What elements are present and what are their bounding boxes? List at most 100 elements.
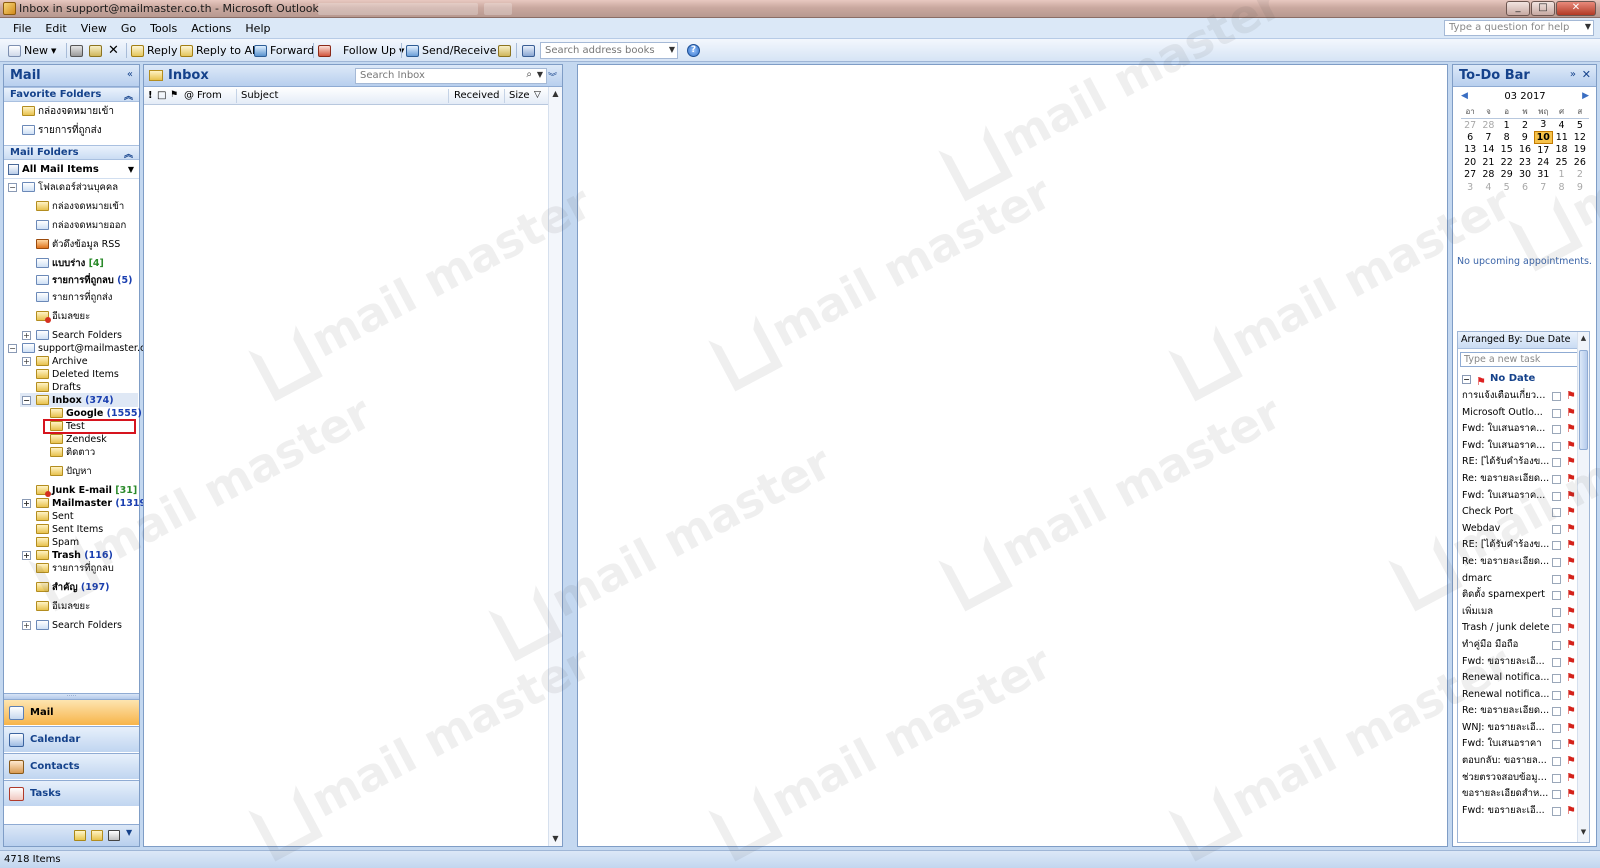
folder-search-personal[interactable]: + Search Folders — [22, 329, 122, 342]
calendar-day[interactable]: 6 — [1461, 131, 1479, 144]
task-complete-checkbox[interactable] — [1552, 392, 1561, 401]
task-complete-checkbox[interactable] — [1552, 508, 1561, 518]
task-item[interactable]: Renewal notifica... ⚑ — [1458, 687, 1577, 704]
calendar-day[interactable]: 17 — [1534, 144, 1552, 157]
task-complete-checkbox[interactable] — [1552, 591, 1561, 601]
chevron-up-icon[interactable]: ︽ — [124, 147, 133, 160]
mail-folders-header[interactable]: Mail Folders ︽ — [4, 145, 139, 160]
move-to-folder-button[interactable] — [89, 43, 102, 58]
calendar-day[interactable]: 25 — [1552, 156, 1570, 169]
task-complete-checkbox[interactable] — [1552, 408, 1561, 418]
help-question-input[interactable]: Type a question for help ▼ — [1444, 20, 1594, 36]
folder-sent-items[interactable]: Sent Items — [36, 523, 103, 536]
chevron-down-icon[interactable]: ▼ — [51, 47, 56, 55]
calendar-day[interactable]: 5 — [1571, 119, 1589, 132]
calendar-day[interactable]: 29 — [1498, 169, 1516, 182]
task-complete-checkbox[interactable] — [1552, 640, 1561, 650]
task-group-no-date[interactable]: − ⚑ No Date — [1458, 370, 1589, 388]
col-size[interactable]: Size — [509, 90, 530, 101]
folder-junk-thai[interactable]: อีเมลขยะ — [36, 600, 90, 613]
flag-icon[interactable]: ⚑ — [1566, 803, 1576, 819]
collapse-nav-button[interactable]: « — [127, 69, 133, 80]
folder-trash[interactable]: + Trash (116) — [22, 549, 113, 562]
col-icon[interactable]: □ — [157, 90, 166, 101]
col-received[interactable]: Received — [454, 90, 500, 101]
flag-icon[interactable]: ⚑ — [1566, 654, 1576, 670]
chevron-down-icon[interactable]: ▼ — [1585, 22, 1591, 31]
folder-archive[interactable]: + Archive — [22, 355, 88, 368]
menu-tools[interactable]: Tools — [143, 22, 184, 35]
task-item[interactable]: Trash / junk delete ⚑ — [1458, 620, 1577, 637]
col-flag-status[interactable]: ⚑ — [170, 90, 178, 100]
col-subject[interactable]: Subject — [241, 90, 278, 101]
task-item[interactable]: ขอรายละเอียดสำห... ⚑ — [1458, 786, 1577, 803]
calendar-day[interactable]: 27 — [1461, 119, 1479, 132]
task-item[interactable]: Fwd: ใบเสนอราค... ⚑ — [1458, 488, 1577, 505]
nav-button-tasks[interactable]: Tasks — [4, 780, 139, 806]
folder-inbox[interactable]: − Inbox (374) — [22, 394, 114, 407]
delete-button[interactable]: ✕ — [108, 43, 119, 58]
calendar-day[interactable]: 20 — [1461, 156, 1479, 169]
expand-icon[interactable]: + — [22, 357, 31, 366]
expand-query-icon[interactable]: ︾ — [548, 70, 557, 83]
favorite-folders-header[interactable]: Favorite Folders ︽ — [4, 87, 139, 102]
chevron-down-icon[interactable]: ▼ — [537, 70, 543, 79]
task-complete-checkbox[interactable] — [1552, 541, 1561, 551]
configure-buttons-icon[interactable]: ▼ — [126, 828, 132, 837]
flag-icon[interactable]: ⚑ — [1566, 488, 1576, 504]
folder-test[interactable]: Test — [50, 420, 85, 433]
filter-icon[interactable]: ▽ — [534, 90, 541, 100]
flag-icon[interactable]: ⚑ — [1566, 720, 1576, 736]
search-inbox-input[interactable]: Search Inbox ⌕ ▼ — [355, 68, 547, 84]
task-item[interactable]: การแจ้งเตือนเกี่ยวก... ⚑ — [1458, 388, 1577, 405]
folder-tidtam[interactable]: ติดตาว — [50, 446, 95, 459]
calendar-day[interactable]: 27 — [1461, 169, 1479, 182]
nav-button-contacts[interactable]: Contacts — [4, 753, 139, 779]
calendar-day[interactable]: 8 — [1552, 181, 1570, 194]
task-complete-checkbox[interactable] — [1552, 723, 1561, 733]
calendar-day[interactable]: 9 — [1516, 131, 1534, 144]
calendar-day[interactable]: 2 — [1571, 169, 1589, 182]
flag-icon[interactable]: ⚑ — [1566, 687, 1576, 703]
favorite-inbox[interactable]: กล่องจดหมายเข้า — [4, 102, 139, 121]
chevron-down-icon[interactable]: ▼ — [128, 160, 134, 179]
calendar-day[interactable]: 1 — [1498, 119, 1516, 132]
task-complete-checkbox[interactable] — [1552, 458, 1561, 468]
reply-all-button[interactable]: Reply to All — [180, 43, 258, 58]
task-item[interactable]: Fwd: ใบเสนอราค... ⚑ — [1458, 438, 1577, 455]
flag-icon[interactable]: ⚑ — [1566, 703, 1576, 719]
task-item[interactable]: Re: ขอรายละเอียด... ⚑ — [1458, 471, 1577, 488]
menu-go[interactable]: Go — [114, 22, 143, 35]
folder-outbox[interactable]: กล่องจดหมายออก — [36, 219, 126, 232]
flag-icon[interactable]: ⚑ — [1566, 753, 1576, 769]
folder-important[interactable]: สำคัญ (197) — [36, 581, 109, 594]
task-complete-checkbox[interactable] — [1552, 740, 1561, 750]
calendar-day[interactable]: 3 — [1534, 119, 1552, 132]
menu-help[interactable]: Help — [238, 22, 277, 35]
new-button[interactable]: New ▼ — [8, 43, 56, 58]
expand-icon[interactable]: + — [22, 551, 31, 560]
calendar-day[interactable]: 4 — [1552, 119, 1570, 132]
folder-problem[interactable]: ปัญหา — [50, 465, 92, 478]
task-complete-checkbox[interactable] — [1552, 607, 1561, 617]
favorite-sent-items[interactable]: รายการที่ถูกส่ง — [4, 121, 139, 140]
calendar-day[interactable]: 28 — [1479, 119, 1497, 132]
task-complete-checkbox[interactable] — [1552, 441, 1561, 451]
calendar-day[interactable]: 3 — [1461, 181, 1479, 194]
nav-button-calendar[interactable]: Calendar — [4, 726, 139, 752]
print-button[interactable] — [70, 43, 83, 58]
calendar-day[interactable]: 14 — [1479, 144, 1497, 157]
categorize-button[interactable] — [318, 43, 331, 58]
col-attachment[interactable]: @ — [184, 90, 194, 101]
collapse-icon[interactable]: − — [8, 344, 17, 353]
scroll-up-icon[interactable]: ▲ — [549, 87, 562, 101]
task-item[interactable]: Fwd: ใบเสนอราคา ⚑ — [1458, 736, 1577, 753]
scroll-down-icon[interactable]: ▼ — [549, 832, 562, 846]
flag-icon[interactable]: ⚑ — [1566, 554, 1576, 570]
calendar-day[interactable]: 7 — [1479, 131, 1497, 144]
folder-junk-email[interactable]: Junk E-mail [31] — [36, 484, 137, 497]
folder-deleted-thai[interactable]: รายการที่ถูกลบ — [36, 562, 114, 575]
task-complete-checkbox[interactable] — [1552, 557, 1561, 567]
flag-icon[interactable]: ⚑ — [1566, 620, 1576, 636]
expand-icon[interactable]: » — [1570, 69, 1576, 80]
